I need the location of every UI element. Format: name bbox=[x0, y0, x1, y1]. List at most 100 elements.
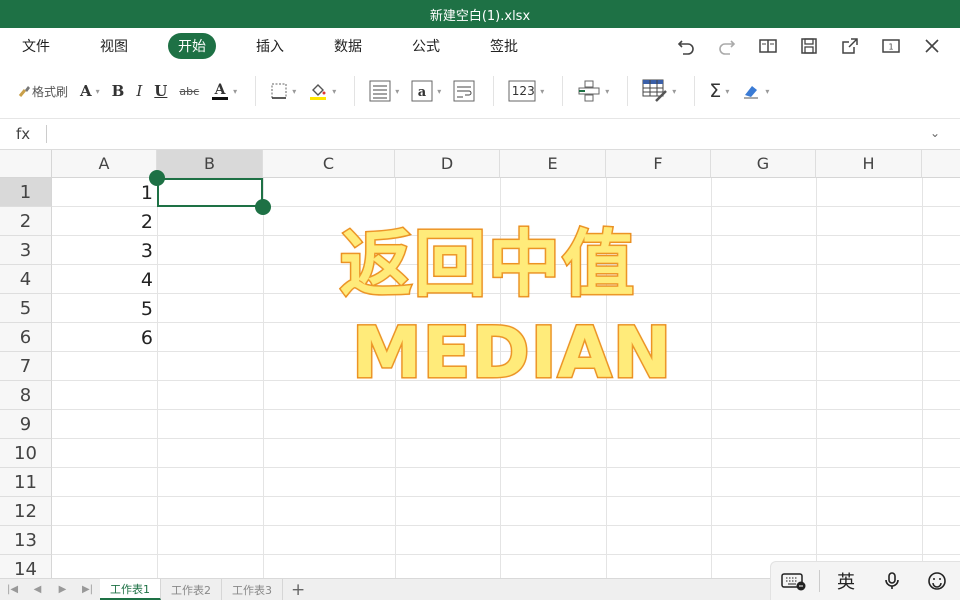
bold-icon: B bbox=[111, 82, 125, 100]
add-sheet-button[interactable]: + bbox=[283, 580, 313, 600]
chevron-down-icon: ▾ bbox=[332, 86, 337, 96]
row-header-4[interactable]: 4 bbox=[0, 265, 52, 294]
strikethrough-icon: abc bbox=[179, 84, 200, 98]
insert-cells-button[interactable]: ▾ bbox=[577, 74, 609, 108]
underline-button[interactable]: U bbox=[154, 74, 167, 108]
row-header-13[interactable]: 13 bbox=[0, 526, 52, 555]
select-all-corner[interactable] bbox=[0, 150, 52, 178]
close-icon[interactable] bbox=[911, 28, 952, 64]
title-bar: 新建空白(1).xlsx bbox=[0, 0, 960, 28]
fx-label[interactable]: fx bbox=[16, 125, 44, 143]
row-header-1[interactable]: 1 bbox=[0, 178, 52, 207]
column-header-e[interactable]: E bbox=[500, 150, 606, 178]
keyboard-icon[interactable] bbox=[774, 571, 814, 591]
grid-line bbox=[816, 178, 817, 578]
save-icon[interactable] bbox=[788, 28, 829, 64]
cell-a3[interactable]: 3 bbox=[52, 236, 157, 265]
row-header-10[interactable]: 10 bbox=[0, 439, 52, 468]
table-style-button[interactable]: ▾ bbox=[642, 74, 676, 108]
first-sheet-icon[interactable]: |◀ bbox=[0, 584, 25, 595]
row-header-7[interactable]: 7 bbox=[0, 352, 52, 381]
align-button[interactable]: ▾ bbox=[369, 74, 399, 108]
menu-formula[interactable]: 公式 bbox=[402, 33, 450, 59]
language-toggle[interactable]: 英 bbox=[826, 568, 866, 594]
sheet-tab-2[interactable]: 工作表2 bbox=[161, 579, 222, 600]
font-button[interactable]: A ▾ bbox=[80, 74, 100, 108]
row-header-14[interactable]: 14 bbox=[0, 555, 52, 578]
borders-button[interactable]: ▾ bbox=[270, 74, 296, 108]
brush-icon bbox=[18, 86, 30, 97]
column-header-f[interactable]: F bbox=[606, 150, 711, 178]
clear-button[interactable]: ▾ bbox=[741, 74, 769, 108]
cell-a6[interactable]: 6 bbox=[52, 323, 157, 352]
wrap-text-button[interactable] bbox=[453, 74, 475, 108]
cell-a2[interactable]: 2 bbox=[52, 207, 157, 236]
chevron-down-icon[interactable]: ⌄ bbox=[930, 126, 940, 140]
redo-icon[interactable] bbox=[706, 28, 747, 64]
grid-line bbox=[52, 438, 960, 439]
menu-view[interactable]: 视图 bbox=[90, 33, 138, 59]
formula-input[interactable] bbox=[47, 119, 960, 149]
menu-insert[interactable]: 插入 bbox=[246, 33, 294, 59]
prev-sheet-icon[interactable]: ◀ bbox=[25, 584, 50, 595]
selected-cell-b1[interactable] bbox=[157, 178, 263, 207]
sum-icon: Σ bbox=[709, 80, 722, 102]
sheet-tab-3[interactable]: 工作表3 bbox=[222, 579, 283, 600]
svg-text:A: A bbox=[214, 82, 227, 98]
insert-cells-icon bbox=[578, 80, 600, 102]
number-format-button[interactable]: 123 ▾ bbox=[508, 74, 544, 108]
column-header-g[interactable]: G bbox=[711, 150, 816, 178]
menu-home[interactable]: 开始 bbox=[168, 33, 216, 59]
eraser-icon bbox=[744, 86, 759, 99]
grid-line bbox=[52, 409, 960, 410]
fill-color-button[interactable]: ▾ bbox=[308, 74, 336, 108]
undo-icon[interactable] bbox=[665, 28, 706, 64]
bold-button[interactable]: B bbox=[112, 74, 125, 108]
strikethrough-button[interactable]: abc bbox=[179, 74, 199, 108]
cell-a5[interactable]: 5 bbox=[52, 294, 157, 323]
row-header-5[interactable]: 5 bbox=[0, 294, 52, 323]
cell-a4[interactable]: 4 bbox=[52, 265, 157, 294]
column-header-b[interactable]: B bbox=[157, 150, 263, 178]
toolbar-divider bbox=[627, 76, 629, 106]
font-color-button[interactable]: A ▾ bbox=[211, 74, 237, 108]
reading-mode-icon[interactable] bbox=[747, 28, 788, 64]
menu-bar: 文件 视图 开始 插入 数据 公式 签批 1 bbox=[0, 28, 960, 64]
column-header-next[interactable] bbox=[922, 150, 960, 178]
number-format-label: 123 bbox=[511, 84, 535, 98]
text-box-button[interactable]: a ▾ bbox=[411, 74, 441, 108]
table-style-icon bbox=[642, 79, 668, 102]
menu-data[interactable]: 数据 bbox=[324, 33, 372, 59]
menu-file[interactable]: 文件 bbox=[12, 33, 60, 59]
row-header-6[interactable]: 6 bbox=[0, 323, 52, 352]
next-sheet-icon[interactable]: ▶ bbox=[50, 584, 75, 595]
toolbar-divider bbox=[694, 76, 696, 106]
column-header-a[interactable]: A bbox=[52, 150, 157, 178]
row-header-3[interactable]: 3 bbox=[0, 236, 52, 265]
row-header-2[interactable]: 2 bbox=[0, 207, 52, 236]
grid-line bbox=[52, 467, 960, 468]
format-painter-button[interactable]: 格式刷 bbox=[18, 74, 68, 108]
menu-review[interactable]: 签批 bbox=[480, 33, 528, 59]
selection-handle-top-left[interactable] bbox=[149, 170, 165, 186]
chevron-down-icon: ▾ bbox=[395, 86, 400, 96]
input-method-bar: 英 bbox=[770, 561, 960, 600]
row-header-11[interactable]: 11 bbox=[0, 468, 52, 497]
selection-handle-bottom-right[interactable] bbox=[255, 199, 271, 215]
cell-a1[interactable]: 1 bbox=[52, 178, 157, 207]
column-header-c[interactable]: C bbox=[263, 150, 395, 178]
sheet-tab-1[interactable]: 工作表1 bbox=[100, 579, 161, 600]
row-header-12[interactable]: 12 bbox=[0, 497, 52, 526]
emoji-icon[interactable] bbox=[917, 571, 957, 591]
grid-line bbox=[52, 525, 960, 526]
row-header-9[interactable]: 9 bbox=[0, 410, 52, 439]
share-icon[interactable] bbox=[829, 28, 870, 64]
window-count-icon[interactable]: 1 bbox=[870, 28, 911, 64]
last-sheet-icon[interactable]: ▶| bbox=[75, 584, 100, 595]
column-header-d[interactable]: D bbox=[395, 150, 500, 178]
autosum-button[interactable]: Σ ▾ bbox=[709, 74, 729, 108]
row-header-8[interactable]: 8 bbox=[0, 381, 52, 410]
microphone-icon[interactable] bbox=[872, 571, 912, 591]
column-header-h[interactable]: H bbox=[816, 150, 922, 178]
italic-button[interactable]: I bbox=[136, 74, 142, 108]
